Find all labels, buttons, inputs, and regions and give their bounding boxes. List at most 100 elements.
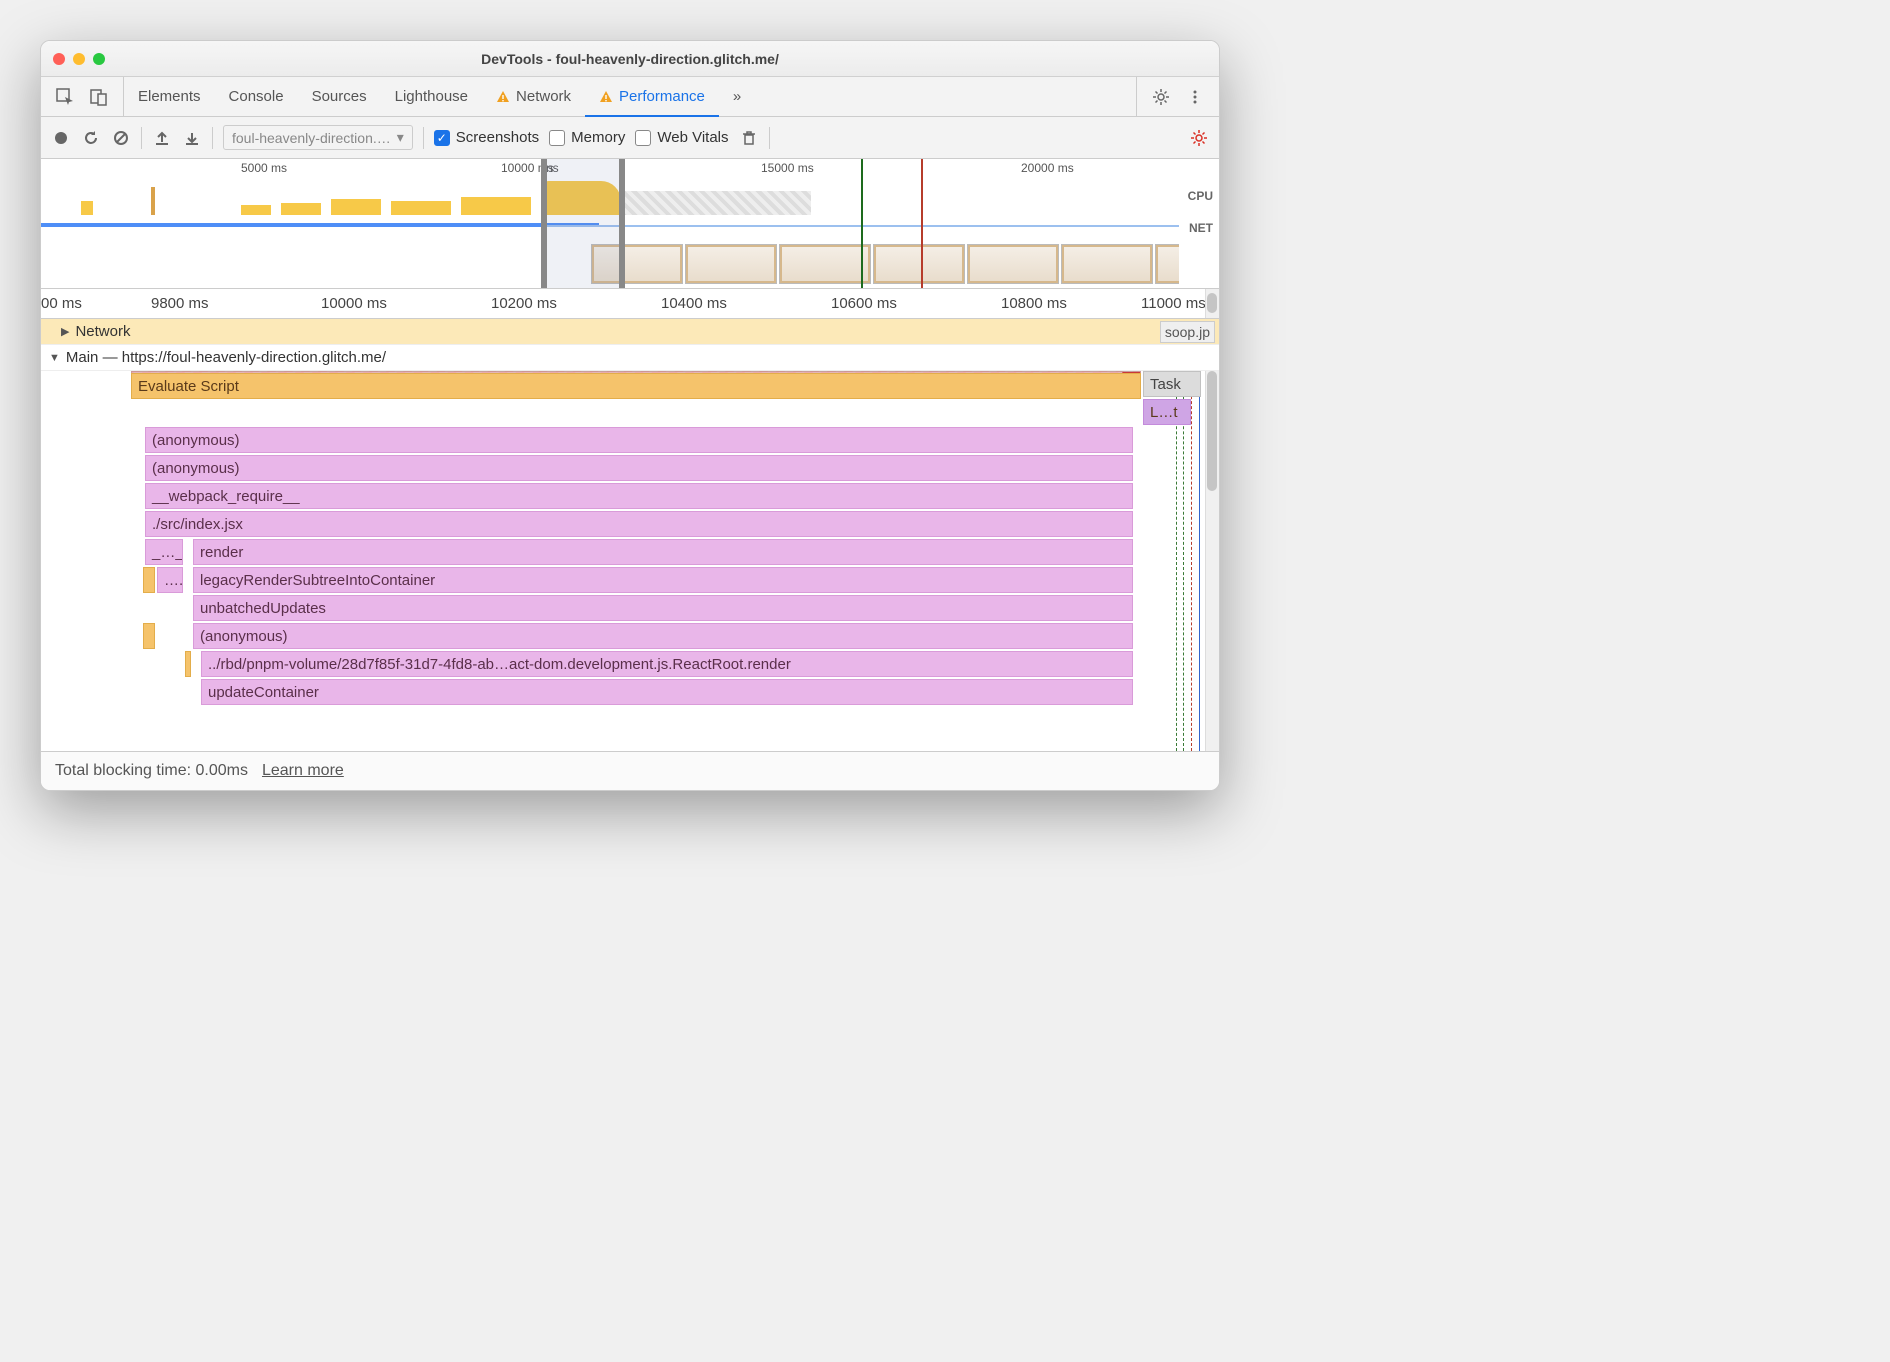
tab-label: Performance xyxy=(619,88,705,105)
titlebar: DevTools - foul-heavenly-direction.glitc… xyxy=(41,41,1219,77)
bar-label: (anonymous) xyxy=(152,432,240,449)
web-vitals-checkbox[interactable]: Web Vitals xyxy=(635,129,728,146)
ruler-tick: 10000 ms xyxy=(321,295,387,312)
tab-network[interactable]: Network xyxy=(482,77,585,116)
clear-button[interactable] xyxy=(111,128,131,148)
flame-ruler[interactable]: 00 ms 9800 ms 10000 ms 10200 ms 10400 ms… xyxy=(41,289,1219,319)
tab-console[interactable]: Console xyxy=(215,77,298,116)
devtools-window: DevTools - foul-heavenly-direction.glitc… xyxy=(40,40,1220,791)
settings-icon[interactable] xyxy=(1151,87,1171,107)
ruler-tick: 15000 ms xyxy=(761,161,814,175)
lcp-marker xyxy=(921,159,923,288)
main-group-header[interactable]: ▼ Main — https://foul-heavenly-direction… xyxy=(41,345,1219,371)
save-profile-icon[interactable] xyxy=(182,128,202,148)
screenshot-thumb[interactable] xyxy=(1061,244,1153,284)
checkbox-icon xyxy=(635,130,651,146)
frame-bar[interactable]: unbatchedUpdates xyxy=(193,595,1133,621)
ruler-tick: 00 ms xyxy=(41,295,82,312)
screenshot-thumb[interactable] xyxy=(685,244,777,284)
learn-more-link[interactable]: Learn more xyxy=(262,762,344,780)
chevron-down-icon: ▾ xyxy=(397,129,404,146)
record-button[interactable] xyxy=(51,128,71,148)
warning-icon xyxy=(496,90,510,104)
overview-timeline[interactable]: 5000 ms 10000 ms ns 15000 ms 20000 ms CP… xyxy=(41,159,1219,289)
tab-sources[interactable]: Sources xyxy=(298,77,381,116)
panel-tabbar: Elements Console Sources Lighthouse Netw… xyxy=(41,77,1219,117)
bar-label: Evaluate Script xyxy=(138,378,239,395)
window-title: DevTools - foul-heavenly-direction.glitc… xyxy=(41,51,1219,67)
load-profile-icon[interactable] xyxy=(152,128,172,148)
overview-ruler: 5000 ms 10000 ms ns 15000 ms 20000 ms xyxy=(41,159,1219,177)
zoom-window-button[interactable] xyxy=(93,53,105,65)
screenshot-thumb[interactable] xyxy=(1155,244,1179,284)
traffic-lights xyxy=(53,53,105,65)
scrollbar[interactable] xyxy=(1205,371,1219,751)
frame-bar[interactable]: (anonymous) xyxy=(145,427,1133,453)
profile-select[interactable]: foul-heavenly-direction.… ▾ xyxy=(223,125,413,150)
divider xyxy=(212,127,213,149)
bar-label: …. xyxy=(164,572,183,589)
frame-sliver[interactable] xyxy=(185,651,191,677)
screenshot-thumb[interactable] xyxy=(779,244,871,284)
network-tail-item[interactable]: soop.jp xyxy=(1160,321,1215,343)
bar-label: updateContainer xyxy=(208,684,319,701)
frame-sliver[interactable] xyxy=(143,623,155,649)
task-bar[interactable]: Task xyxy=(1143,371,1201,397)
evaluate-script-bar[interactable]: Evaluate Script xyxy=(131,373,1141,399)
ruler-tick: 20000 ms xyxy=(1021,161,1074,175)
checkbox-label: Web Vitals xyxy=(657,129,728,146)
profile-select-label: foul-heavenly-direction.… xyxy=(232,130,391,146)
network-group-header[interactable]: ▶ Network soop.jp xyxy=(41,319,1219,345)
inspect-element-icon[interactable] xyxy=(55,87,75,107)
tab-performance[interactable]: Performance xyxy=(585,77,719,116)
layout-bar[interactable]: L…t xyxy=(1143,399,1191,425)
tab-elements[interactable]: Elements xyxy=(124,77,215,116)
frame-bar[interactable]: (anonymous) xyxy=(145,455,1133,481)
bar-label: ./src/index.jsx xyxy=(152,516,243,533)
frame-bar[interactable]: (anonymous) xyxy=(193,623,1133,649)
ruler-tick: 11000 ms xyxy=(1141,295,1206,312)
tab-label: Lighthouse xyxy=(395,88,468,105)
collapse-icon: ▼ xyxy=(49,352,60,364)
frame-bar[interactable]: legacyRenderSubtreeIntoContainer xyxy=(193,567,1133,593)
ruler-tick: 10800 ms xyxy=(1001,295,1067,312)
tab-lighthouse[interactable]: Lighthouse xyxy=(381,77,482,116)
ruler-tick: 5000 ms xyxy=(241,161,287,175)
bar-label: (anonymous) xyxy=(200,628,288,645)
frame-bar[interactable]: ./src/index.jsx xyxy=(145,511,1133,537)
flame-chart[interactable]: Task Task Evaluate Script L…t (anonymous… xyxy=(41,371,1219,751)
frame-bar[interactable]: _…_ xyxy=(145,539,183,565)
ruler-tick: 10200 ms xyxy=(491,295,557,312)
overview-selection-window[interactable] xyxy=(541,159,625,288)
frame-bar[interactable]: __webpack_require__ xyxy=(145,483,1133,509)
frame-bar[interactable]: ../rbd/pnpm-volume/28d7f85f-31d7-4fd8-ab… xyxy=(201,651,1133,677)
ruler-tick: 10600 ms xyxy=(831,295,897,312)
reload-record-button[interactable] xyxy=(81,128,101,148)
bar-label: render xyxy=(200,544,243,561)
screenshot-thumb[interactable] xyxy=(873,244,965,284)
ruler-tick: 9800 ms xyxy=(151,295,209,312)
tab-label: Console xyxy=(229,88,284,105)
device-toggle-icon[interactable] xyxy=(89,87,109,107)
screenshot-thumb[interactable] xyxy=(967,244,1059,284)
bar-label: Task xyxy=(1150,376,1181,393)
more-icon[interactable] xyxy=(1185,87,1205,107)
performance-toolbar: foul-heavenly-direction.… ▾ ✓ Screenshot… xyxy=(41,117,1219,159)
frame-sliver[interactable] xyxy=(143,567,155,593)
bar-label: ../rbd/pnpm-volume/28d7f85f-31d7-4fd8-ab… xyxy=(208,656,791,673)
capture-settings-icon[interactable] xyxy=(1189,128,1209,148)
close-window-button[interactable] xyxy=(53,53,65,65)
minimize-window-button[interactable] xyxy=(73,53,85,65)
frame-bar[interactable]: updateContainer xyxy=(201,679,1133,705)
frame-bar[interactable]: …. xyxy=(157,567,183,593)
screenshots-checkbox[interactable]: ✓ Screenshots xyxy=(434,129,539,146)
checkbox-icon xyxy=(549,130,565,146)
frame-bar[interactable]: render xyxy=(193,539,1133,565)
tabs-overflow[interactable]: » xyxy=(719,77,755,116)
bar-label: (anonymous) xyxy=(152,460,240,477)
scrollbar[interactable] xyxy=(1205,289,1219,318)
gc-trash-icon[interactable] xyxy=(739,128,759,148)
bar-label: _…_ xyxy=(152,544,183,561)
tab-label: Network xyxy=(516,88,571,105)
memory-checkbox[interactable]: Memory xyxy=(549,129,625,146)
